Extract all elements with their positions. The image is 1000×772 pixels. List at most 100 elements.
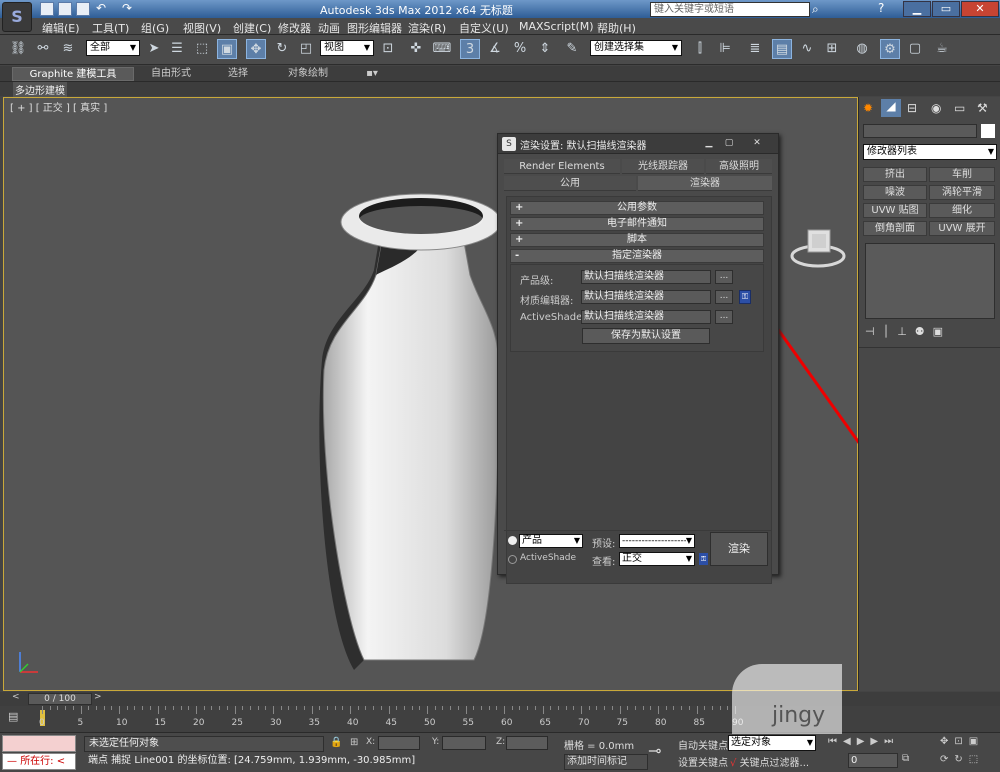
- y-coordinate-input[interactable]: [442, 736, 486, 750]
- angle-snap-icon[interactable]: ∡: [485, 39, 505, 59]
- close-icon[interactable]: ✕: [748, 136, 766, 150]
- select-object-icon[interactable]: ➤: [144, 39, 164, 59]
- motion-tab-icon[interactable]: ◉: [931, 101, 941, 115]
- search-input[interactable]: 键入关键字或短语: [650, 2, 810, 17]
- select-by-name-icon[interactable]: ☰: [167, 39, 187, 59]
- absolute-mode-icon[interactable]: ⊞: [350, 737, 358, 748]
- modifier-noise-button[interactable]: 噪波: [863, 185, 927, 200]
- rect-selection-icon[interactable]: ⬚: [192, 39, 212, 59]
- open-file-icon[interactable]: [58, 2, 72, 16]
- menu-graph-editors[interactable]: 图形编辑器: [347, 20, 402, 36]
- keyboard-shortcut-icon[interactable]: ⌨: [432, 39, 452, 59]
- app-logo-icon[interactable]: S: [2, 2, 32, 32]
- tab-render-elements[interactable]: Render Elements: [504, 159, 620, 174]
- rotate-icon[interactable]: ↻: [272, 39, 292, 59]
- render-setup-dialog[interactable]: S 渲染设置: 默认扫描线渲染器 ▁ ▢ ✕ Render Elements 光…: [497, 133, 779, 584]
- pivot-icon[interactable]: ⊡: [378, 39, 398, 59]
- modify-tab-icon[interactable]: ◢: [881, 99, 901, 117]
- align-icon[interactable]: ⊫: [715, 39, 735, 59]
- rollout-common-params[interactable]: + 公用参数: [510, 201, 764, 215]
- tab-selection[interactable]: 选择: [218, 67, 258, 81]
- unlink-icon[interactable]: ⚯: [33, 39, 53, 59]
- tab-graphite[interactable]: Graphite 建模工具: [12, 67, 134, 81]
- help-icon[interactable]: ?: [878, 1, 884, 15]
- menu-rendering[interactable]: 渲染(R): [408, 20, 446, 36]
- time-slider-thumb[interactable]: 0 / 100: [28, 693, 92, 705]
- schematic-view-icon[interactable]: ⊞: [822, 39, 842, 59]
- minimize-icon[interactable]: ▁: [700, 136, 718, 150]
- named-selection-select[interactable]: 创建选择集 ▼: [590, 40, 682, 56]
- material-editor-icon[interactable]: ◍: [852, 39, 872, 59]
- menu-group[interactable]: 组(G): [141, 20, 169, 36]
- undo-icon[interactable]: ↶: [96, 2, 110, 16]
- next-frame-icon[interactable]: >: [94, 692, 108, 706]
- viewport-nav-controls-2[interactable]: ⟳↻⬚: [940, 754, 984, 765]
- maxscript-line[interactable]: — 所在行: <: [2, 753, 76, 770]
- close-icon[interactable]: ✕: [961, 1, 999, 17]
- modifier-lathe-button[interactable]: 车削: [929, 167, 995, 182]
- percent-snap-icon[interactable]: %: [510, 39, 530, 59]
- spinner-snap-icon[interactable]: ⇕: [535, 39, 555, 59]
- rendered-frame-icon[interactable]: ▢: [905, 39, 925, 59]
- minimize-icon[interactable]: ▁: [903, 1, 931, 17]
- rollout-assign-renderer[interactable]: - 指定渲染器: [510, 249, 764, 263]
- modifier-bevel-profile-button[interactable]: 倒角剖面: [863, 221, 927, 236]
- tab-object-paint[interactable]: 对象绘制: [280, 67, 336, 81]
- object-color-swatch[interactable]: [981, 124, 995, 138]
- modifier-stack[interactable]: [865, 243, 995, 319]
- auto-key-button[interactable]: 自动关键点: [678, 737, 728, 752]
- tab-renderer[interactable]: 渲染器: [638, 176, 772, 191]
- mirror-icon[interactable]: ⫿: [690, 39, 710, 59]
- curve-editor-icon[interactable]: ∿: [797, 39, 817, 59]
- set-key-button[interactable]: 设置关键点: [678, 754, 728, 769]
- search-icon[interactable]: ⌕: [812, 2, 819, 17]
- polygon-modeling-label[interactable]: 多边形建模: [13, 82, 67, 97]
- key-mode-select[interactable]: 选定对象 ▼: [728, 735, 816, 751]
- selection-filter-select[interactable]: 全部 ▼: [86, 40, 140, 56]
- lock-icon[interactable]: ⚿: [739, 290, 751, 304]
- menu-tools[interactable]: 工具(T): [92, 20, 129, 36]
- object-name-field[interactable]: [863, 124, 977, 138]
- preset-select[interactable]: -------------------- ▼: [619, 534, 695, 548]
- prev-frame-icon[interactable]: <: [12, 692, 26, 706]
- track-bar[interactable]: ▤ 051015202530354045505560657075808590: [0, 706, 1000, 732]
- move-icon[interactable]: ✥: [246, 39, 266, 59]
- save-file-icon[interactable]: [76, 2, 90, 16]
- mode-product-select[interactable]: 产品 ▼: [519, 534, 583, 548]
- key-icon[interactable]: ⊸: [648, 741, 661, 760]
- vase-model[interactable]: [304, 150, 504, 670]
- maximize-icon[interactable]: ▢: [720, 136, 738, 150]
- menu-maxscript[interactable]: MAXScript(M): [519, 20, 594, 33]
- modifier-turbosmooth-button[interactable]: 涡轮平滑: [929, 185, 995, 200]
- modifier-tessellate-button[interactable]: 细化: [929, 203, 995, 218]
- mode-activeshade-radio[interactable]: [508, 555, 517, 564]
- tab-advanced-lighting[interactable]: 高级照明: [706, 159, 772, 174]
- menu-view[interactable]: 视图(V): [183, 20, 221, 36]
- playback-controls[interactable]: ⏮◀▶▶⏭: [828, 736, 899, 747]
- viewport-label[interactable]: [ + ] [ 正交 ] [ 真实 ]: [10, 99, 107, 114]
- modifier-list-select[interactable]: 修改器列表 ▼: [863, 144, 997, 160]
- tab-common[interactable]: 公用: [504, 176, 636, 191]
- rollout-email[interactable]: + 电子邮件通知: [510, 217, 764, 231]
- z-coordinate-input[interactable]: [506, 736, 548, 750]
- modifier-extrude-button[interactable]: 挤出: [863, 167, 927, 182]
- rollout-scripts[interactable]: + 脚本: [510, 233, 764, 247]
- menu-animation[interactable]: 动画: [318, 20, 340, 36]
- render-teapot-icon[interactable]: ☕: [932, 39, 952, 59]
- render-button[interactable]: 渲染: [710, 532, 768, 566]
- utilities-tab-icon[interactable]: ⚒: [977, 101, 988, 115]
- time-slider[interactable]: < 0 / 100 >: [0, 692, 1000, 706]
- selection-lock-icon[interactable]: 🔒: [330, 737, 342, 748]
- viewport-nav-controls[interactable]: ✥⊡▣: [940, 736, 984, 747]
- snap-3d-icon[interactable]: 3: [460, 39, 480, 59]
- render-setup-icon[interactable]: ⚙: [880, 39, 900, 59]
- select-manipulate-icon[interactable]: ✜: [406, 39, 426, 59]
- redo-icon[interactable]: ↷: [122, 2, 136, 16]
- stack-controls[interactable]: ⊣│⊥⚉▣: [865, 325, 999, 341]
- bind-space-warp-icon[interactable]: ≋: [58, 39, 78, 59]
- menu-edit[interactable]: 编辑(E): [42, 20, 80, 36]
- graphite-toggle-icon[interactable]: ▤: [772, 39, 792, 59]
- create-tab-icon[interactable]: ✹: [863, 101, 873, 115]
- choose-activeshade-renderer-button[interactable]: ...: [715, 310, 733, 324]
- scale-icon[interactable]: ◰: [296, 39, 316, 59]
